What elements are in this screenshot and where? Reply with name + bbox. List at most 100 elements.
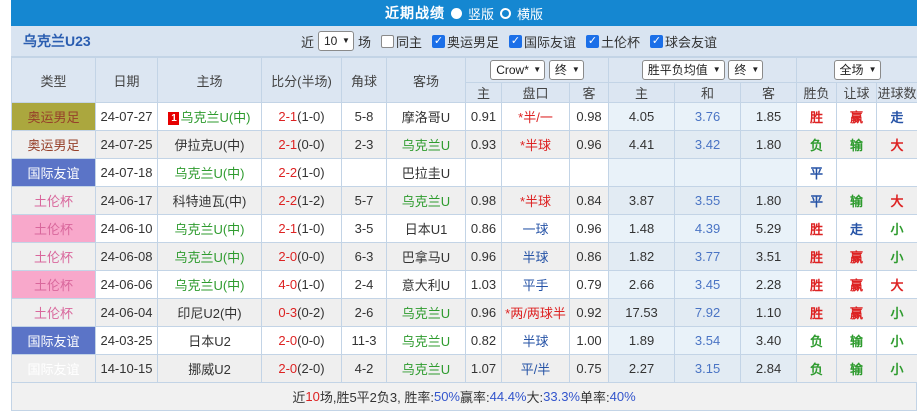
home-team-name[interactable]: 日本U2 <box>188 334 231 349</box>
col-header-cover: 让球 <box>837 83 877 103</box>
match-date-cell: 24-07-27 <box>96 103 158 131</box>
match-date-cell: 24-06-10 <box>96 215 158 243</box>
asian-odds-time-select[interactable]: 终 <box>549 60 584 80</box>
home-team-name[interactable]: 乌克兰U(中) <box>174 278 244 293</box>
halftime-score: (0-2) <box>297 305 324 320</box>
away-team-name[interactable]: 乌克兰U <box>402 194 450 209</box>
checkbox-checked-icon: ✓ <box>509 35 522 48</box>
asian-away-odds-cell: 0.96 <box>570 215 609 243</box>
home-team-name[interactable]: 科特迪瓦(中) <box>173 194 247 209</box>
goals-result-cell: 大 <box>877 187 917 215</box>
col-header-ah-away: 客 <box>570 83 609 103</box>
home-team-cell[interactable]: 日本U2 <box>158 327 262 355</box>
handicap-cell: 半球 <box>502 327 570 355</box>
home-team-cell[interactable]: 乌克兰U(中) <box>158 243 262 271</box>
away-team-cell[interactable]: 摩洛哥U <box>387 103 466 131</box>
checkbox-checked-icon: ✓ <box>650 35 663 48</box>
asian-away-odds-cell: 0.86 <box>570 243 609 271</box>
home-team-cell[interactable]: 伊拉克U(中) <box>158 131 262 159</box>
europe-draw-odds-cell: 4.39 <box>675 215 741 243</box>
checkbox-olympic[interactable]: ✓奥运男足 <box>432 32 499 51</box>
checkbox-checked-icon: ✓ <box>432 35 445 48</box>
away-team-cell[interactable]: 乌克兰U <box>387 327 466 355</box>
home-team-name[interactable]: 印尼U2(中) <box>177 306 241 321</box>
table-row: 土伦杯 24-06-08 乌克兰U(中) 2-0(0-0) 6-3 巴拿马U 0… <box>12 243 917 271</box>
home-team-name[interactable]: 伊拉克U(中) <box>174 138 244 153</box>
match-type-cell: 国际友谊 <box>12 327 96 355</box>
bookmaker-select[interactable]: Crow* <box>490 60 545 80</box>
away-team-cell[interactable]: 乌克兰U <box>387 355 466 383</box>
home-team-cell[interactable]: 乌克兰U(中) <box>158 159 262 187</box>
halftime-score: (0-0) <box>297 249 324 264</box>
vertical-layout-radio[interactable] <box>451 8 462 19</box>
away-team-cell[interactable]: 乌克兰U <box>387 187 466 215</box>
corner-cell: 4-2 <box>342 355 387 383</box>
away-team-cell[interactable]: 巴拉圭U <box>387 159 466 187</box>
horizontal-layout-label[interactable]: 横版 <box>517 4 543 23</box>
home-team-name[interactable]: 挪威U2 <box>188 362 231 377</box>
goals-result-cell: 小 <box>877 215 917 243</box>
goals-result-cell: 小 <box>877 327 917 355</box>
away-team-name[interactable]: 乌克兰U <box>402 362 450 377</box>
results-body: 奥运男足 24-07-27 1乌克兰U(中) 2-1(1-0) 5-8 摩洛哥U… <box>12 103 917 383</box>
match-type-cell: 土伦杯 <box>12 243 96 271</box>
home-team-name[interactable]: 乌克兰U(中) <box>180 110 250 125</box>
table-row: 土伦杯 24-06-04 印尼U2(中) 0-3(0-2) 2-6 乌克兰U 0… <box>12 299 917 327</box>
away-team-name[interactable]: 意大利U <box>402 278 450 293</box>
page-title: 近期战绩 <box>385 3 445 23</box>
away-team-name[interactable]: 乌克兰U <box>402 138 450 153</box>
europe-odds-time-select[interactable]: 终 <box>728 60 763 80</box>
home-team-cell[interactable]: 1乌克兰U(中) <box>158 103 262 131</box>
col-header-wdl: 胜负 <box>797 83 837 103</box>
halftime-score: (2-0) <box>297 361 324 376</box>
asian-away-odds-cell: 0.96 <box>570 131 609 159</box>
same-home-checkbox[interactable]: 同主 <box>381 32 422 51</box>
home-team-cell[interactable]: 挪威U2 <box>158 355 262 383</box>
handicap-cell: *两/两球半 <box>502 299 570 327</box>
home-team-cell[interactable]: 科特迪瓦(中) <box>158 187 262 215</box>
handicap-cell <box>502 159 570 187</box>
away-team-name[interactable]: 乌克兰U <box>402 334 450 349</box>
home-team-cell[interactable]: 乌克兰U(中) <box>158 215 262 243</box>
europe-home-odds-cell: 2.66 <box>609 271 675 299</box>
away-team-name[interactable]: 摩洛哥U <box>402 110 450 125</box>
vertical-layout-label[interactable]: 竖版 <box>468 4 494 23</box>
horizontal-layout-radio[interactable] <box>500 8 511 19</box>
europe-home-odds-cell: 2.27 <box>609 355 675 383</box>
home-team-cell[interactable]: 印尼U2(中) <box>158 299 262 327</box>
checkbox-friendly[interactable]: ✓国际友谊 <box>509 32 576 51</box>
handicap-cell: 半球 <box>502 243 570 271</box>
handicap-result-cell <box>837 159 877 187</box>
title-bar: 近期战绩 竖版 横版 <box>11 0 917 26</box>
checkbox-club-friendly[interactable]: ✓球会友谊 <box>650 32 717 51</box>
col-header-eu-away: 客 <box>741 83 797 103</box>
home-team-cell[interactable]: 乌克兰U(中) <box>158 271 262 299</box>
away-team-name[interactable]: 乌克兰U <box>402 306 450 321</box>
games-count-select[interactable]: 10 <box>318 31 354 51</box>
scope-select[interactable]: 全场 <box>834 60 881 80</box>
away-team-cell[interactable]: 乌克兰U <box>387 131 466 159</box>
away-team-cell[interactable]: 巴拿马U <box>387 243 466 271</box>
home-team-name[interactable]: 乌克兰U(中) <box>174 166 244 181</box>
away-team-name[interactable]: 巴拉圭U <box>402 166 450 181</box>
europe-away-odds-cell <box>741 159 797 187</box>
checkbox-toulon[interactable]: ✓土伦杯 <box>586 32 640 51</box>
col-header-corner: 角球 <box>342 58 387 103</box>
europe-draw-odds-cell: 3.55 <box>675 187 741 215</box>
away-team-cell[interactable]: 日本U1 <box>387 215 466 243</box>
home-team-name[interactable]: 乌克兰U(中) <box>174 222 244 237</box>
handicap-cell: *半球 <box>502 131 570 159</box>
match-date-cell: 14-10-15 <box>96 355 158 383</box>
handicap-result-cell: 输 <box>837 131 877 159</box>
away-team-name[interactable]: 日本U1 <box>405 222 448 237</box>
home-team-name[interactable]: 乌克兰U(中) <box>174 250 244 265</box>
goals-result-cell: 小 <box>877 299 917 327</box>
europe-odds-select[interactable]: 胜平负均值 <box>642 60 725 80</box>
asian-home-odds-cell: 0.86 <box>466 215 502 243</box>
win-draw-lose-cell: 胜 <box>797 243 837 271</box>
europe-home-odds-cell: 17.53 <box>609 299 675 327</box>
col-header-eu-draw: 和 <box>675 83 741 103</box>
away-team-cell[interactable]: 意大利U <box>387 271 466 299</box>
away-team-cell[interactable]: 乌克兰U <box>387 299 466 327</box>
away-team-name[interactable]: 巴拿马U <box>402 250 450 265</box>
